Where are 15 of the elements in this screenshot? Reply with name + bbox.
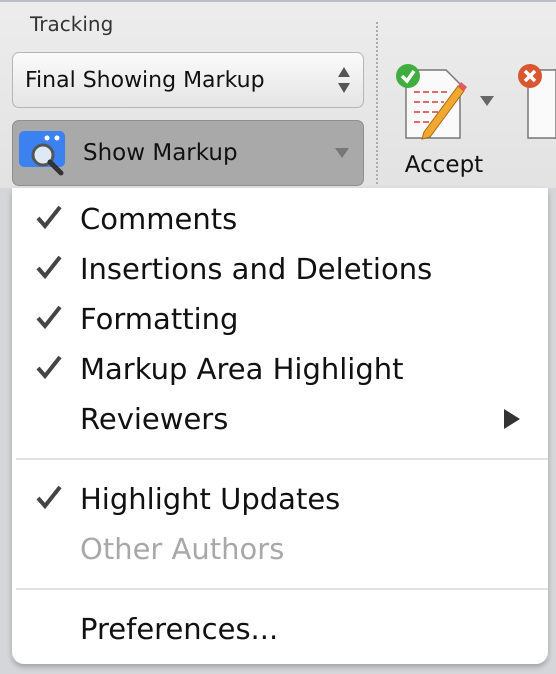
menu-item[interactable]: Insertions and Deletions (12, 244, 548, 294)
document-x-icon (516, 62, 556, 140)
caret-icon (480, 96, 494, 106)
accept-button[interactable]: Accept (378, 2, 494, 188)
menu-item[interactable]: Formatting (12, 294, 548, 344)
menu-item[interactable]: Markup Area Highlight (12, 344, 548, 394)
stepper-arrows-icon (337, 65, 351, 95)
menu-item[interactable]: Highlight Updates (12, 474, 548, 524)
caret-icon (335, 148, 349, 158)
show-markup-button[interactable]: Show Markup (12, 120, 364, 186)
menu-item[interactable]: Reviewers (12, 394, 548, 444)
group-title: Tracking (29, 11, 114, 38)
display-popup[interactable]: Final Showing Markup (12, 52, 364, 108)
menu-item[interactable]: Preferences... (12, 604, 548, 654)
menu-item[interactable]: Comments (12, 194, 548, 244)
